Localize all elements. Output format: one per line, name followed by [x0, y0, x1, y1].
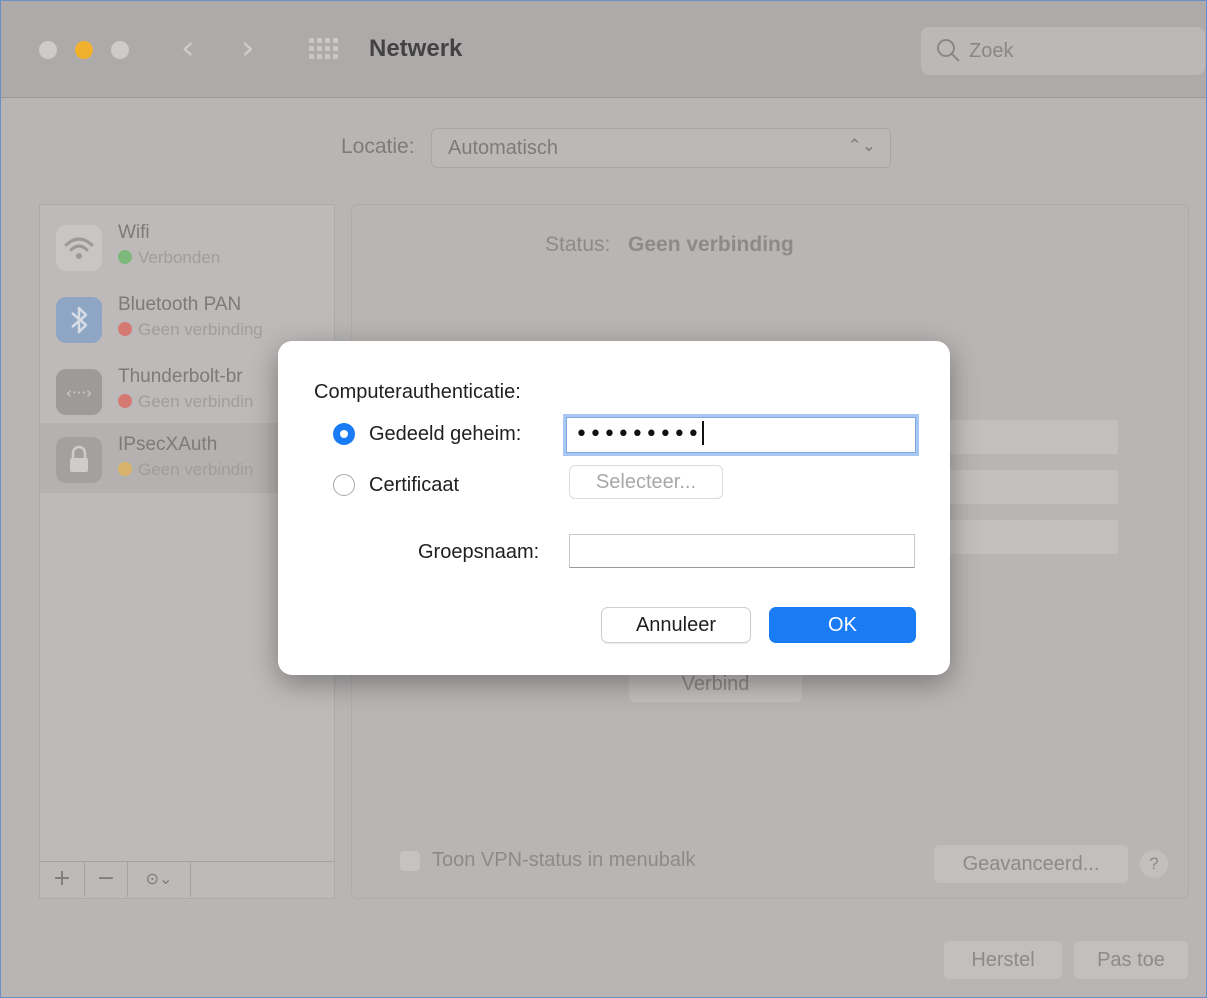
- revert-button[interactable]: Herstel: [944, 941, 1062, 979]
- back-arrow-icon[interactable]: ‹: [181, 31, 195, 65]
- location-label: Locatie:: [341, 135, 415, 158]
- wifi-icon: [56, 225, 102, 271]
- service-name: Bluetooth PAN: [118, 294, 242, 315]
- show-vpn-status-label: Toon VPN-status in menubalk: [432, 849, 696, 871]
- window-title: Netwerk: [369, 35, 463, 62]
- search-box[interactable]: [921, 27, 1205, 75]
- search-input[interactable]: [969, 38, 1189, 64]
- show-all-grid-icon[interactable]: [309, 38, 341, 62]
- action-menu-button[interactable]: ⊙⌄: [128, 862, 191, 897]
- plus-icon: +: [52, 866, 72, 891]
- ok-button[interactable]: OK: [769, 607, 916, 643]
- close-window-button[interactable]: [39, 41, 57, 59]
- lock-icon: [56, 437, 102, 483]
- status-value: Geen verbinding: [628, 233, 794, 256]
- service-status: Verbonden: [118, 248, 220, 268]
- location-value: Automatisch: [448, 137, 559, 159]
- help-button[interactable]: ?: [1140, 850, 1168, 878]
- show-vpn-status-checkbox[interactable]: [400, 851, 420, 871]
- dialog-heading: Computerauthenticatie:: [314, 381, 521, 403]
- title-bar: ‹ › Netwerk: [1, 1, 1206, 98]
- shared-secret-label[interactable]: Gedeeld geheim:: [369, 423, 521, 446]
- minimize-window-button[interactable]: [75, 41, 93, 59]
- group-name-label: Groepsnaam:: [418, 541, 540, 563]
- shared-secret-value: •••••••••: [575, 421, 704, 447]
- apply-button[interactable]: Pas toe: [1074, 941, 1188, 979]
- shared-secret-radio[interactable]: [333, 423, 355, 445]
- network-preferences-window: ‹ › Netwerk Locatie: Automatisch ⌃⌄: [0, 0, 1207, 998]
- search-icon: [937, 39, 960, 62]
- service-item-wifi[interactable]: Wifi Verbonden: [40, 211, 334, 281]
- action-menu-icon: ⊙⌄: [145, 869, 173, 888]
- password-field[interactable]: [945, 520, 1118, 554]
- group-name-field[interactable]: [569, 534, 915, 568]
- select-certificate-button[interactable]: Selecteer...: [569, 465, 723, 499]
- service-name: IPsecXAuth: [118, 434, 218, 455]
- forward-arrow-icon[interactable]: ›: [241, 31, 255, 65]
- account-name-field[interactable]: [945, 470, 1118, 504]
- service-status: Geen verbindin: [118, 460, 253, 480]
- status-dot-green: [118, 250, 132, 264]
- server-address-field[interactable]: [945, 420, 1118, 454]
- status-dot-red: [118, 394, 132, 408]
- svg-text:‹···›: ‹···›: [66, 384, 92, 402]
- zoom-window-button[interactable]: [111, 41, 129, 59]
- minus-icon: −: [96, 866, 116, 891]
- service-status: Geen verbindin: [118, 392, 253, 412]
- advanced-button[interactable]: Geavanceerd...: [934, 845, 1128, 883]
- add-service-button[interactable]: +: [40, 862, 85, 897]
- service-name: Thunderbolt-br: [118, 366, 243, 387]
- location-select[interactable]: Automatisch ⌃⌄: [431, 128, 891, 168]
- remove-service-button[interactable]: −: [85, 862, 128, 897]
- certificate-radio[interactable]: [333, 474, 355, 496]
- thunderbolt-bridge-icon: ‹···›: [56, 369, 102, 415]
- text-caret: [701, 421, 704, 445]
- updown-chevron-icon: ⌃⌄: [847, 136, 877, 156]
- certificate-label[interactable]: Certificaat: [369, 474, 459, 497]
- status-label: Status:: [545, 233, 611, 256]
- machine-authentication-dialog: Computerauthenticatie: Gedeeld geheim: •…: [278, 341, 950, 675]
- shared-secret-field[interactable]: •••••••••: [566, 417, 916, 453]
- cancel-button[interactable]: Annuleer: [601, 607, 751, 643]
- service-name: Wifi: [118, 222, 150, 243]
- status-dot-red: [118, 322, 132, 336]
- bluetooth-icon: [56, 297, 102, 343]
- status-dot-yellow: [118, 462, 132, 476]
- service-list-toolbar: + − ⊙⌄: [40, 861, 334, 898]
- service-status: Geen verbinding: [118, 320, 263, 340]
